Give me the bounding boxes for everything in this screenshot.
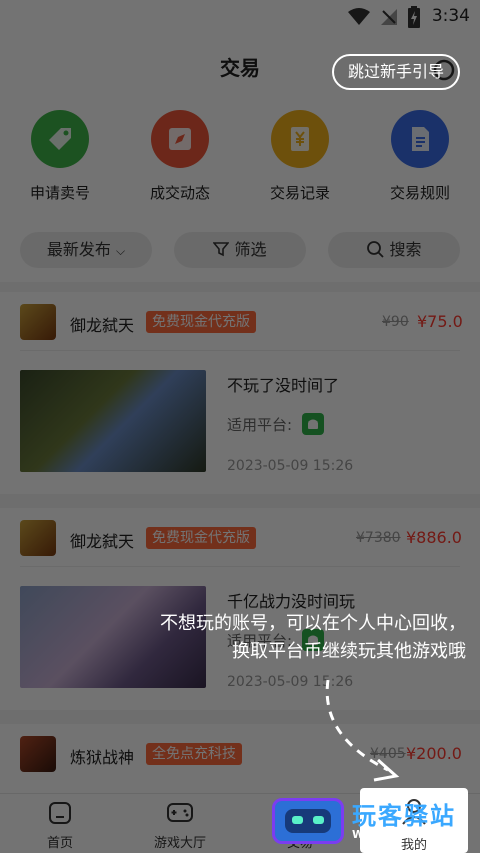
quick-label: 成交动态 — [149, 184, 210, 202]
home-icon — [49, 802, 71, 824]
sort-label: 最新发布 — [46, 240, 111, 259]
promo-tag: 免费现金代充版 — [146, 311, 256, 333]
tag-icon — [31, 110, 89, 168]
promo-tag: 免费现金代充版 — [146, 527, 256, 549]
guide-arrow-icon — [325, 679, 400, 782]
platform-label: 适用平台: — [227, 416, 293, 434]
game-name: 御龙弑天 — [70, 316, 135, 335]
filter-label: 筛选 — [234, 240, 267, 259]
battery-charging-icon — [408, 6, 420, 28]
quick-label: 交易记录 — [269, 184, 330, 202]
compass-icon — [151, 110, 209, 168]
nav-label: 首页 — [46, 836, 73, 851]
original-price: ¥7380 — [356, 530, 401, 546]
search-label: 搜索 — [389, 240, 422, 259]
sale-price: ¥75.0 — [417, 312, 463, 331]
quick-item-deals[interactable]: 成交动态 — [120, 110, 240, 203]
sale-price: ¥886.0 — [406, 528, 462, 547]
nav-item-game-hall[interactable]: 游戏大厅 — [120, 798, 240, 851]
divider — [20, 566, 460, 567]
guide-tooltip: 不想玩的账号，可以在个人中心回收， 换取平台币继续玩其他游戏哦 — [86, 610, 466, 666]
search-icon — [367, 241, 385, 258]
watermark-logo: 玩客驿站 WODEGAME.CN — [272, 796, 472, 850]
chevron-down-icon: ⌵ — [116, 244, 126, 258]
no-signal-icon — [381, 9, 397, 25]
yen-record-icon — [271, 110, 329, 168]
game-logo — [20, 736, 56, 772]
divider — [20, 350, 460, 351]
header: 交易 跳过新手引导 — [0, 34, 480, 104]
original-price: ¥90 — [382, 314, 409, 330]
nav-item-home[interactable]: 首页 — [0, 798, 120, 851]
game-name: 御龙弑天 — [70, 532, 135, 551]
sale-price: ¥200.0 — [406, 744, 462, 763]
watermark-domain: WODEGAME.CN — [352, 828, 470, 841]
guide-line-1: 不想玩的账号，可以在个人中心回收， — [160, 613, 466, 634]
listing-game-row: 御龙弑天 免费现金代充版 ¥7380 ¥886.0 — [20, 520, 462, 560]
listing-card[interactable]: 御龙弑天 免费现金代充版 ¥90 ¥75.0 不玩了没时间了 适用平台: 202… — [0, 292, 480, 494]
game-logo — [20, 520, 56, 556]
sort-dropdown[interactable]: 最新发布 ⌵ — [20, 232, 152, 268]
gamepad-icon — [167, 803, 193, 822]
listing-game-row: 御龙弑天 免费现金代充版 ¥90 ¥75.0 — [20, 304, 463, 344]
quick-menu: 申请卖号 成交动态 交易记录 交易规则 — [0, 104, 480, 222]
nav-label: 游戏大厅 — [153, 836, 206, 851]
quick-label: 交易规则 — [389, 184, 450, 202]
guide-line-2: 换取平台币继续玩其他游戏哦 — [232, 641, 466, 662]
wifi-icon — [348, 8, 370, 25]
listing-screenshot — [20, 370, 206, 472]
listing-datetime: 2023-05-09 15:26 — [227, 458, 354, 474]
android-icon — [302, 413, 324, 435]
watermark-name: 玩客驿站 — [352, 802, 456, 830]
filter-bar: 最新发布 ⌵ 筛选 搜索 — [0, 222, 480, 282]
robot-logo-icon — [272, 798, 344, 844]
status-time: 3:34 — [431, 6, 470, 26]
game-logo — [20, 304, 56, 340]
funnel-icon — [212, 242, 231, 257]
document-icon — [391, 110, 449, 168]
game-name: 炼狱战神 — [70, 748, 135, 767]
skip-guide-button[interactable]: 跳过新手引导 — [331, 54, 460, 90]
status-bar: 3:34 — [0, 0, 480, 34]
search-button[interactable]: 搜索 — [328, 232, 460, 268]
quick-label: 申请卖号 — [29, 184, 90, 202]
listing-title: 不玩了没时间了 — [227, 376, 340, 395]
promo-tag: 全免点充科技 — [146, 743, 242, 765]
quick-item-rules[interactable]: 交易规则 — [360, 110, 480, 203]
filter-button[interactable]: 筛选 — [174, 232, 306, 268]
quick-item-records[interactable]: 交易记录 — [240, 110, 360, 203]
listing-title: 千亿战力没时间玩 — [227, 592, 356, 611]
quick-item-apply-sell[interactable]: 申请卖号 — [0, 110, 120, 203]
